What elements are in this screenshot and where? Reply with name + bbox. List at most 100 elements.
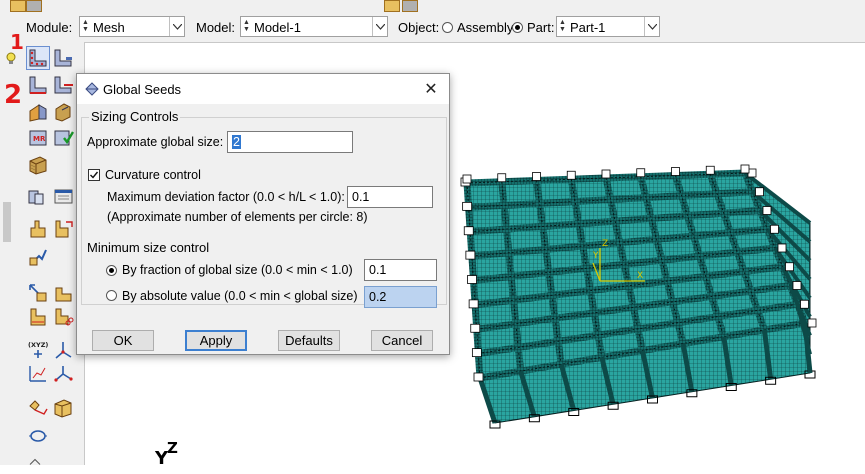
model-label: Model: — [196, 20, 236, 35]
part-select[interactable]: ▲ ▼ Part-1 — [556, 16, 660, 37]
approx-size-input[interactable]: 2 — [227, 131, 353, 153]
toolbox-scrollbar[interactable] — [3, 202, 11, 242]
approx-elements-note: (Approximate number of elements per circ… — [107, 210, 368, 224]
element-type-icon[interactable] — [52, 101, 74, 123]
seed-edges-alt-icon[interactable] — [52, 74, 74, 96]
bottom-up-mesh-icon[interactable] — [52, 396, 74, 418]
scissors-icon[interactable] — [52, 306, 74, 328]
mesh-seed-marker — [532, 172, 541, 181]
mesh-seed-marker — [807, 318, 817, 328]
mesh-seed-marker — [777, 243, 787, 253]
svg-text:(XYZ): (XYZ) — [28, 341, 48, 349]
chevron-down-icon[interactable] — [169, 17, 184, 36]
grid-icon[interactable] — [402, 0, 418, 12]
swept-mesh-icon[interactable] — [27, 396, 49, 418]
global-seeds-dialog: Global Seeds ✕ Sizing Controls Approxima… — [76, 73, 450, 355]
mesh-seed-marker — [792, 281, 802, 290]
split-mesh-icon[interactable] — [27, 306, 49, 328]
by-absolute-label: By absolute value (0.0 < min < global si… — [122, 289, 358, 303]
query-mesh-icon[interactable] — [27, 246, 49, 268]
mesh-seed-marker — [497, 173, 507, 183]
partition-icon[interactable] — [27, 185, 49, 207]
model-triad-y-label: Y — [593, 251, 599, 261]
model-triad-z-label: Z — [602, 239, 609, 249]
defaults-button[interactable]: Defaults — [278, 330, 340, 351]
model-value: Model-1 — [254, 20, 301, 35]
mesh-seed-marker — [762, 206, 772, 215]
chevron-down-icon[interactable] — [644, 17, 659, 36]
top-toolbar-strip — [0, 0, 865, 12]
node-csys-icon[interactable] — [52, 362, 74, 384]
seed-edges-icon[interactable] — [27, 74, 49, 96]
verify-mesh-icon[interactable] — [52, 126, 74, 148]
edit-mesh-alt-icon[interactable] — [52, 218, 74, 240]
dialog-title: Global Seeds — [103, 82, 182, 97]
by-fraction-label: By fraction of global size (0.0 < min < … — [122, 263, 353, 277]
model-select[interactable]: ▲ ▼ Model-1 — [240, 16, 388, 37]
module-label: Module: — [26, 20, 73, 35]
max-deviation-input[interactable]: 0.1 — [347, 186, 433, 208]
mesh-seed-marker — [671, 167, 680, 176]
by-absolute-radio[interactable] — [106, 290, 117, 301]
part-radio[interactable] — [512, 22, 523, 33]
create-node-icon[interactable]: (XYZ) — [27, 339, 49, 361]
virtual-topology-icon[interactable] — [52, 185, 74, 207]
spin-arrows-icon: ▲ ▼ — [82, 19, 89, 33]
grid-icon[interactable] — [26, 0, 42, 12]
apply-button[interactable]: Apply — [185, 330, 247, 351]
mesh-seed-marker — [462, 174, 472, 184]
sizing-controls-label: Sizing Controls — [89, 109, 181, 124]
lightbulb-icon[interactable] — [0, 47, 16, 69]
spin-arrows-icon: ▲ ▼ — [243, 19, 250, 33]
folder-icon[interactable] — [10, 0, 26, 12]
close-icon[interactable]: ✕ — [423, 79, 439, 99]
mesh-seed-marker — [785, 262, 794, 272]
edit-nodes-icon[interactable] — [27, 362, 49, 384]
mesh-seed-marker — [636, 168, 646, 178]
mesh-seed-marker — [740, 164, 750, 174]
mesh-seed-marker — [467, 275, 477, 284]
module-select[interactable]: ▲ ▼ Mesh — [79, 16, 185, 37]
mesh-part-icon[interactable]: MR — [27, 126, 49, 148]
by-fraction-radio[interactable] — [106, 265, 117, 276]
mesh-region-icon[interactable] — [27, 154, 49, 176]
datum-csys-icon[interactable] — [52, 339, 74, 361]
mesh-controls-icon[interactable] — [27, 101, 49, 123]
cancel-button[interactable]: Cancel — [371, 330, 433, 351]
mesh-seed-marker — [470, 323, 481, 333]
svg-text:MR: MR — [33, 135, 46, 143]
edit-mesh-icon[interactable] — [27, 218, 49, 240]
folder-icon[interactable] — [384, 0, 400, 12]
curvature-control-checkbox[interactable] — [88, 169, 100, 181]
dialog-titlebar[interactable]: Global Seeds ✕ — [77, 74, 449, 104]
mesh-seed-marker — [770, 224, 779, 234]
model-triad-x-label: X — [637, 271, 644, 281]
chevron-down-icon[interactable] — [372, 17, 387, 36]
mesh-seed-marker — [471, 348, 482, 358]
seed-part-alt-icon[interactable] — [52, 47, 74, 69]
context-bar: Module: ▲ ▼ Mesh Model: ▲ ▼ Model-1 Object… — [0, 12, 865, 43]
assign-stack-icon[interactable] — [27, 282, 49, 304]
part-value: Part-1 — [570, 20, 606, 35]
annotation-step-2: 2 — [4, 80, 23, 110]
ok-button[interactable]: OK — [92, 330, 154, 351]
mesh-seed-marker — [465, 250, 476, 260]
object-label: Object: — [398, 20, 440, 35]
by-absolute-input[interactable]: 0.2 — [364, 286, 437, 308]
mesh-seed-marker — [473, 372, 484, 382]
mesh-seed-marker — [566, 170, 576, 180]
module-value: Mesh — [93, 20, 125, 35]
toolbox-overflow-icon[interactable] — [27, 452, 49, 465]
by-fraction-input[interactable]: 0.1 — [364, 259, 437, 281]
min-size-control-label: Minimum size control — [85, 240, 212, 255]
mesh-seed-marker — [463, 226, 474, 236]
mesh-seed-marker — [601, 169, 611, 179]
seed-part-icon[interactable] — [26, 46, 50, 70]
mesh-seed-marker — [705, 165, 715, 175]
edit-mesh-stack-icon[interactable] — [52, 282, 74, 304]
mesh-seed-marker — [462, 201, 473, 211]
assembly-radio[interactable] — [442, 22, 453, 33]
seed-diamond-icon — [85, 82, 99, 96]
approx-size-label: Approximate global size: — [87, 135, 224, 149]
mesh-region-outline-icon[interactable] — [27, 424, 49, 446]
